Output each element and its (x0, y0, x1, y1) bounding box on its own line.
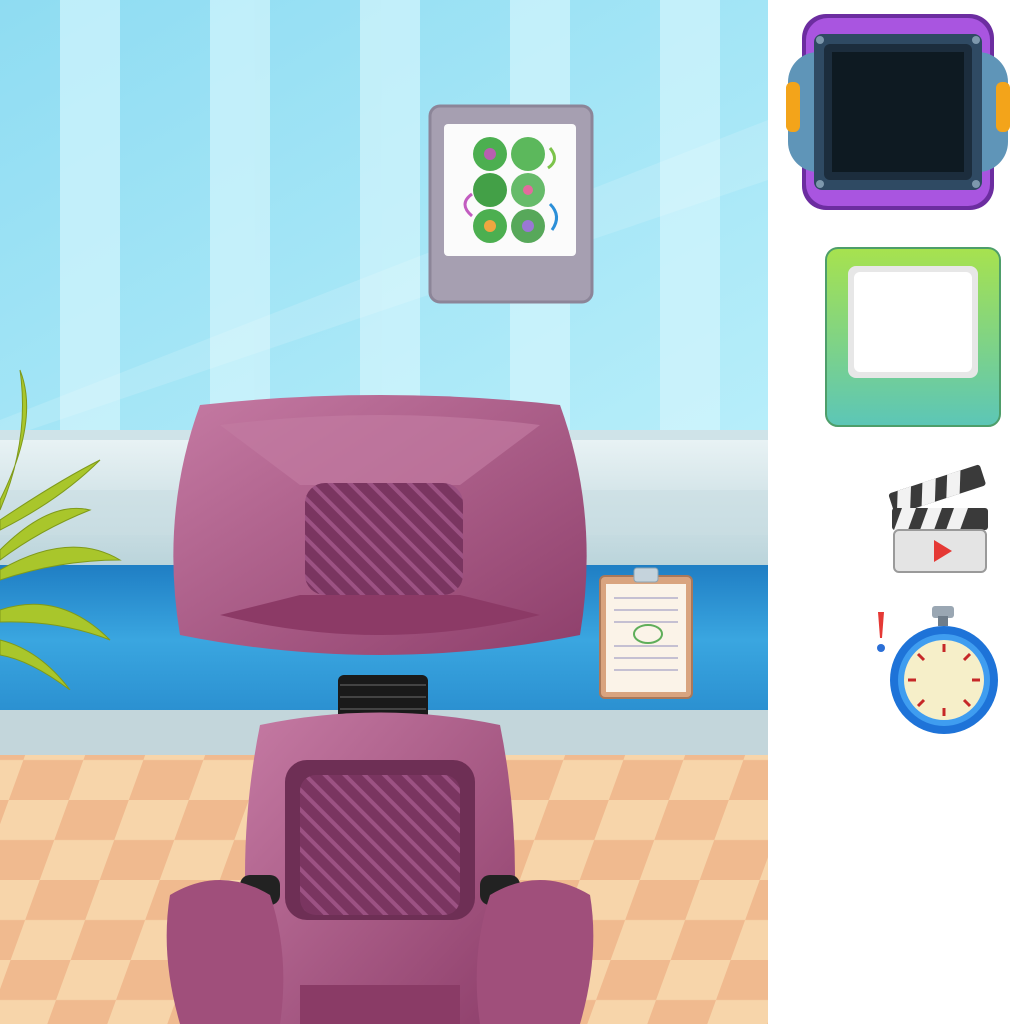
clapperboard-icon[interactable] (886, 458, 994, 576)
tv-frame-icon[interactable] (786, 12, 1010, 212)
green-frame-icon[interactable] (824, 246, 1002, 428)
color-blind-test-poster-icon[interactable] (428, 104, 594, 304)
stopwatch-icon[interactable] (872, 604, 1012, 736)
exam-chair-icon[interactable] (160, 395, 600, 1024)
plant-icon (0, 369, 122, 690)
asset-panel (768, 0, 1024, 1024)
game-scene (0, 0, 768, 1024)
clipboard-icon[interactable] (598, 566, 694, 700)
